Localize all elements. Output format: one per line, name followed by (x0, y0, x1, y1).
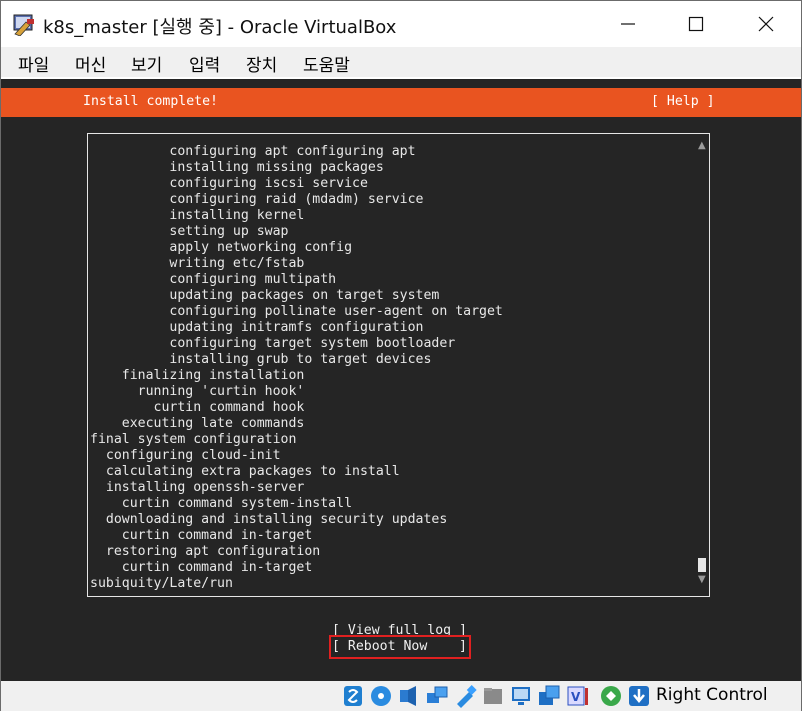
cd-icon[interactable] (369, 684, 393, 708)
log-line: installing openssh-server (90, 480, 305, 495)
log-line: setting up swap (90, 224, 289, 239)
close-button[interactable] (743, 1, 789, 47)
log-line: running 'curtin hook' (90, 384, 305, 399)
log-line: curtin command system-install (90, 496, 353, 511)
menu-help[interactable]: 도움말 (303, 51, 350, 76)
download-icon[interactable] (627, 684, 651, 708)
maximize-button[interactable] (673, 1, 719, 47)
network-icon[interactable] (425, 684, 449, 708)
virtualbox-window: k8s_master [실행 중] - Oracle VirtualBox 파일… (0, 0, 802, 711)
log-line: configuring cloud-init (90, 448, 281, 463)
scroll-up-icon[interactable]: ▲ (698, 140, 706, 151)
log-line: configuring multipath (90, 272, 337, 287)
install-log-panel[interactable]: configuring apt configuring apt installi… (87, 133, 710, 597)
minimize-icon (621, 23, 635, 25)
log-line: calculating extra packages to install (90, 464, 400, 479)
mouse-integration-icon[interactable] (599, 684, 623, 708)
log-line: finalizing installation (90, 368, 305, 383)
reboot-highlight-box (329, 635, 471, 659)
menu-input[interactable]: 입력 (189, 51, 220, 76)
svg-text:V: V (571, 690, 581, 704)
log-line: updating packages on target system (90, 288, 440, 303)
menu-machine[interactable]: 머신 (75, 51, 106, 76)
audio-icon[interactable] (397, 684, 421, 708)
help-button[interactable]: [ Help ] (651, 94, 715, 109)
menu-devices[interactable]: 장치 (246, 51, 277, 76)
log-line: executing late commands (90, 416, 305, 431)
log-line: curtin command hook (90, 400, 305, 415)
window-title: k8s_master [실행 중] - Oracle VirtualBox (43, 17, 397, 38)
usb-icon[interactable] (453, 684, 477, 708)
log-line: apply networking config (90, 240, 353, 255)
log-line: writing etc/fstab (90, 256, 305, 271)
host-key-label: Right Control (656, 685, 768, 705)
log-line: downloading and installing security upda… (90, 512, 448, 527)
close-icon (758, 16, 774, 32)
log-line: configuring target system bootloader (90, 336, 456, 351)
maximize-icon (688, 16, 704, 32)
log-line: restoring apt configuration (90, 544, 321, 559)
virtualbox-app-icon (13, 14, 34, 36)
installer-header: Install complete! [ Help ] (1, 88, 801, 117)
title-bar: k8s_master [실행 중] - Oracle VirtualBox (1, 1, 801, 47)
log-line: configuring iscsi service (90, 176, 368, 191)
screen-capture-icon[interactable] (537, 684, 561, 708)
menu-view[interactable]: 보기 (131, 51, 162, 76)
status-bar: V Right Control (1, 681, 801, 711)
log-line: configuring pollinate user-agent on targ… (90, 304, 503, 319)
display-icon[interactable] (509, 684, 533, 708)
log-line: installing grub to target devices (90, 352, 432, 367)
install-status-title: Install complete! (83, 94, 218, 109)
log-line: configuring apt configuring apt (90, 144, 416, 159)
vm-screen[interactable]: Install complete! [ Help ] configuring a… (1, 79, 801, 681)
optical-drive-icon[interactable] (341, 684, 365, 708)
minimize-button[interactable] (605, 1, 651, 47)
scroll-down-icon[interactable]: ▼ (698, 574, 706, 585)
log-line: subiquity/Late/run (90, 576, 233, 591)
log-line: installing missing packages (90, 160, 384, 175)
log-line: updating initramfs configuration (90, 320, 424, 335)
log-line: curtin command in-target (90, 528, 313, 543)
scrollbar-thumb[interactable] (698, 558, 706, 572)
log-line: configuring raid (mdadm) service (90, 192, 424, 207)
shared-folder-icon[interactable] (481, 684, 505, 708)
virtualization-icon[interactable]: V (565, 684, 589, 708)
menu-bar: 파일 머신 보기 입력 장치 도움말 (1, 47, 801, 77)
menu-file[interactable]: 파일 (18, 51, 49, 76)
log-line: installing kernel (90, 208, 305, 223)
log-line: final system configuration (90, 432, 297, 447)
log-line: curtin command in-target (90, 560, 313, 575)
